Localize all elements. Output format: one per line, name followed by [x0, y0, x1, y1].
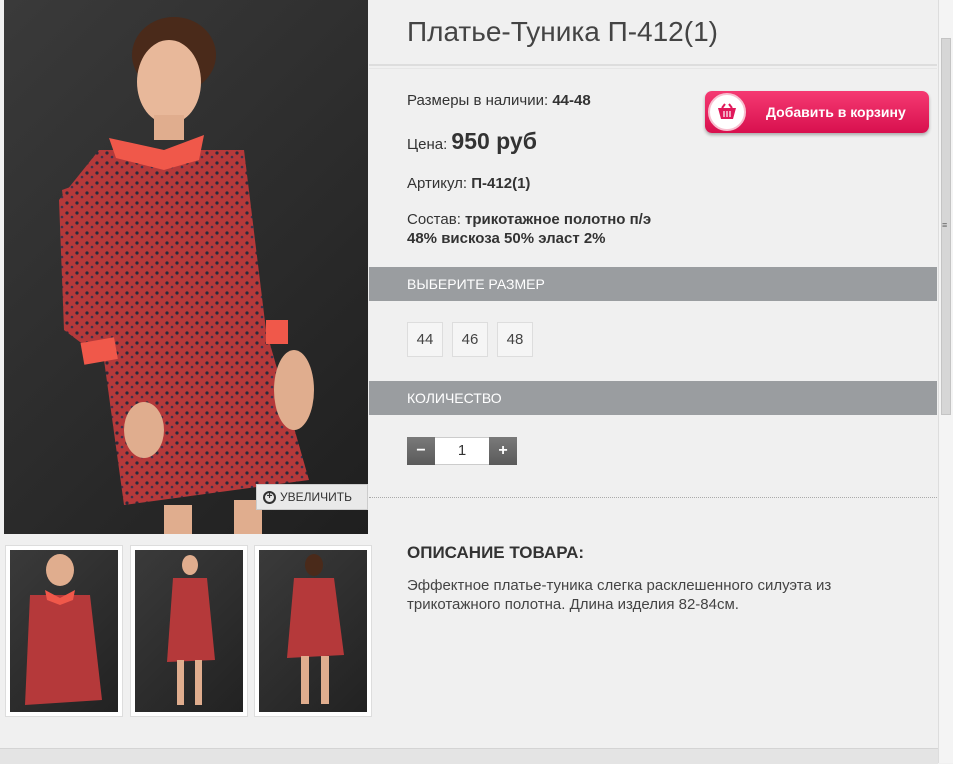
- vertical-scrollbar[interactable]: ≡: [938, 0, 953, 763]
- product-main-photo[interactable]: + УВЕЛИЧИТЬ: [4, 0, 368, 534]
- divider: [369, 68, 937, 69]
- quantity-input[interactable]: 1: [435, 437, 489, 465]
- thumbnail-1[interactable]: [5, 545, 123, 717]
- zoom-label: УВЕЛИЧИТЬ: [280, 490, 352, 504]
- product-title: Платье-Туника П-412(1): [407, 16, 718, 47]
- sizes-available: Размеры в наличии: 44-48: [407, 92, 591, 109]
- price-value: 950 руб: [451, 128, 537, 154]
- add-to-cart-label: Добавить в корзину: [766, 104, 906, 120]
- quantity-decrease-button[interactable]: −: [407, 437, 435, 465]
- page-footer-strip: [0, 748, 938, 764]
- zoom-in-icon: +: [263, 490, 276, 504]
- size-option-48[interactable]: 48: [497, 322, 533, 357]
- thumbnail-image: [259, 550, 367, 712]
- size-option-46[interactable]: 46: [452, 322, 488, 357]
- description-text: Эффектное платье-туника слегка расклешен…: [407, 577, 832, 613]
- divider: [369, 64, 937, 66]
- thumbnail-image: [135, 550, 243, 712]
- thumbnail-image: [10, 550, 118, 712]
- size-select-heading: ВЫБЕРИТЕ РАЗМЕР: [369, 267, 937, 301]
- divider: [369, 497, 937, 498]
- composition-line-2: 48% вискоза 50% эласт 2%: [407, 230, 606, 247]
- quantity-stepper: − 1 +: [407, 437, 517, 465]
- model-illustration: [59, 17, 314, 534]
- add-to-cart-button[interactable]: Добавить в корзину: [705, 91, 929, 133]
- scrollbar-grip-icon: ≡: [942, 220, 948, 230]
- composition: Состав: трикотажное полотно п/э: [407, 211, 652, 228]
- quantity-heading: КОЛИЧЕСТВО: [369, 381, 937, 415]
- price: Цена: 950 руб: [407, 128, 537, 154]
- thumbnail-3[interactable]: [254, 545, 372, 717]
- basket-icon: [708, 93, 746, 131]
- size-option-44[interactable]: 44: [407, 322, 443, 357]
- sku: Артикул: П-412(1): [407, 175, 531, 192]
- description-heading: ОПИСАНИЕ ТОВАРА:: [407, 543, 585, 562]
- quantity-increase-button[interactable]: +: [489, 437, 517, 465]
- thumbnail-2[interactable]: [130, 545, 248, 717]
- zoom-button[interactable]: + УВЕЛИЧИТЬ: [256, 484, 368, 510]
- product-details: Платье-Туника П-412(1) Размеры в наличии…: [369, 0, 937, 763]
